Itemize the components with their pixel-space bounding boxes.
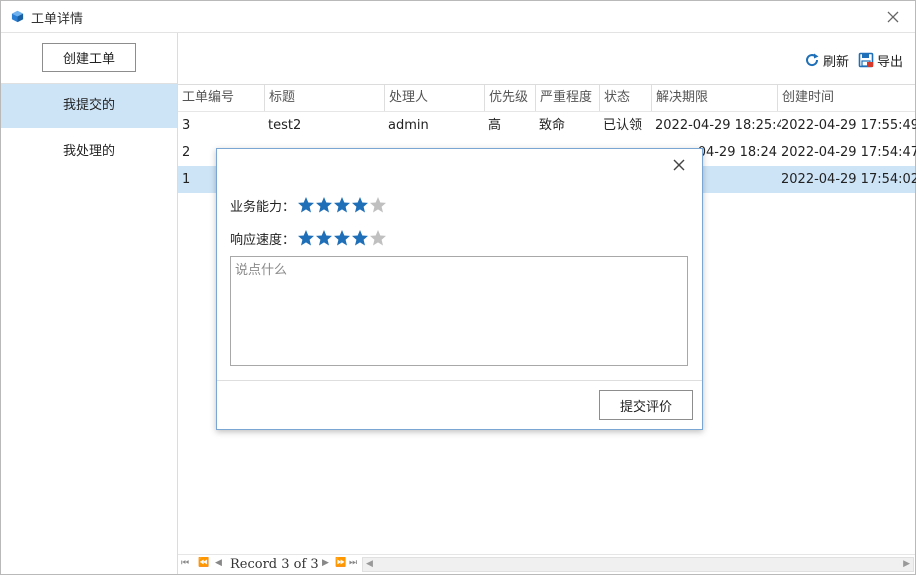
- cell-created: 2022-04-29 17:55:49: [781, 118, 916, 133]
- cell-deadline: 2022-04-29 18:25:49: [655, 118, 781, 133]
- sidebar-item-label: 我提交的: [62, 98, 115, 113]
- cell-severity: 致命: [539, 118, 566, 133]
- cell-deadline: -04-29 18:24:47: [693, 145, 777, 160]
- toolbar: 刷新 导出: [178, 33, 915, 85]
- sidebar-item-submitted[interactable]: 我提交的: [1, 84, 177, 128]
- dialog-divider: [217, 380, 702, 381]
- sidebar: 创建工单 我提交的 我处理的: [1, 33, 178, 574]
- star-filled-icon[interactable]: [333, 229, 351, 247]
- record-counter: Record 3 of 3: [230, 557, 319, 572]
- rating-stars-response[interactable]: [297, 229, 387, 247]
- cell-created: 2022-04-29 17:54:02: [781, 172, 916, 187]
- cell-status: 已认领: [603, 118, 643, 133]
- refresh-label: 刷新: [823, 54, 850, 70]
- pager: ⏮ ⏪ ◀ Record 3 of 3 ▶ ⏩ ⏭ ◀ ▶: [178, 554, 915, 575]
- refresh-icon: [806, 53, 819, 67]
- scroll-left-icon[interactable]: ◀: [366, 559, 373, 569]
- rating-label-business: 业务能力：: [230, 200, 296, 215]
- sidebar-item-handled[interactable]: 我处理的: [1, 130, 177, 174]
- export-button[interactable]: 导出: [858, 50, 903, 70]
- star-filled-icon[interactable]: [333, 196, 351, 214]
- window-title: 工单详情: [31, 12, 84, 27]
- export-label: 导出: [877, 54, 904, 70]
- star-filled-icon[interactable]: [351, 229, 369, 247]
- column-header-status[interactable]: 状态: [599, 85, 651, 111]
- comment-textarea[interactable]: [230, 256, 688, 366]
- star-filled-icon[interactable]: [351, 196, 369, 214]
- sidebar-item-label: 我处理的: [62, 144, 115, 159]
- prev-page-icon[interactable]: ◀: [215, 558, 222, 568]
- column-header-id[interactable]: 工单编号: [178, 85, 264, 111]
- star-filled-icon[interactable]: [297, 196, 315, 214]
- cell-id: 3: [182, 118, 191, 133]
- floppy-disk-icon: [858, 52, 874, 68]
- column-header-title[interactable]: 标题: [264, 85, 384, 111]
- star-filled-icon[interactable]: [315, 196, 333, 214]
- star-filled-icon[interactable]: [315, 229, 333, 247]
- app-cube-icon: [11, 10, 24, 23]
- create-ticket-button[interactable]: 创建工单: [42, 43, 136, 72]
- cell-title: test2: [268, 118, 302, 133]
- last-page-icon[interactable]: ⏭: [349, 558, 357, 568]
- rating-stars-business[interactable]: [297, 196, 387, 214]
- prev-group-icon[interactable]: ⏪: [198, 558, 209, 568]
- submit-rating-button[interactable]: 提交评价: [599, 390, 693, 420]
- scroll-right-icon[interactable]: ▶: [903, 559, 910, 569]
- title-bar: 工单详情: [1, 1, 915, 33]
- rating-label-response: 响应速度：: [230, 233, 296, 248]
- next-group-icon[interactable]: ⏩: [335, 558, 346, 568]
- cell-priority: 高: [488, 118, 502, 133]
- star-empty-icon[interactable]: [369, 229, 387, 247]
- star-filled-icon[interactable]: [297, 229, 315, 247]
- next-page-icon[interactable]: ▶: [322, 558, 329, 568]
- cell-created: 2022-04-29 17:54:47: [781, 145, 916, 160]
- table-header: 工单编号 标题 处理人 优先级 严重程度 状态 解决期限 创建时间: [178, 85, 915, 112]
- column-header-severity[interactable]: 严重程度: [535, 85, 599, 111]
- dialog-close-icon[interactable]: [669, 155, 689, 175]
- first-page-icon[interactable]: ⏮: [181, 558, 189, 568]
- window: 工单详情 创建工单 我提交的 我处理的 刷新 导出 工单编号 标题 处理人 优先…: [0, 0, 916, 575]
- rating-dialog: 业务能力： 响应速度： 提交评价: [216, 148, 703, 430]
- column-header-priority[interactable]: 优先级: [484, 85, 535, 111]
- cell-assignee: admin: [388, 118, 429, 133]
- refresh-button[interactable]: 刷新: [804, 50, 849, 70]
- column-header-assignee[interactable]: 处理人: [384, 85, 484, 111]
- star-empty-icon[interactable]: [369, 196, 387, 214]
- window-close-icon[interactable]: [883, 7, 903, 27]
- horizontal-scrollbar[interactable]: ◀ ▶: [362, 557, 914, 572]
- table-row[interactable]: 3 test2 admin 高 致命 已认领 2022-04-29 18:25:…: [178, 112, 916, 139]
- column-header-created[interactable]: 创建时间: [777, 85, 915, 111]
- column-header-deadline[interactable]: 解决期限: [651, 85, 777, 111]
